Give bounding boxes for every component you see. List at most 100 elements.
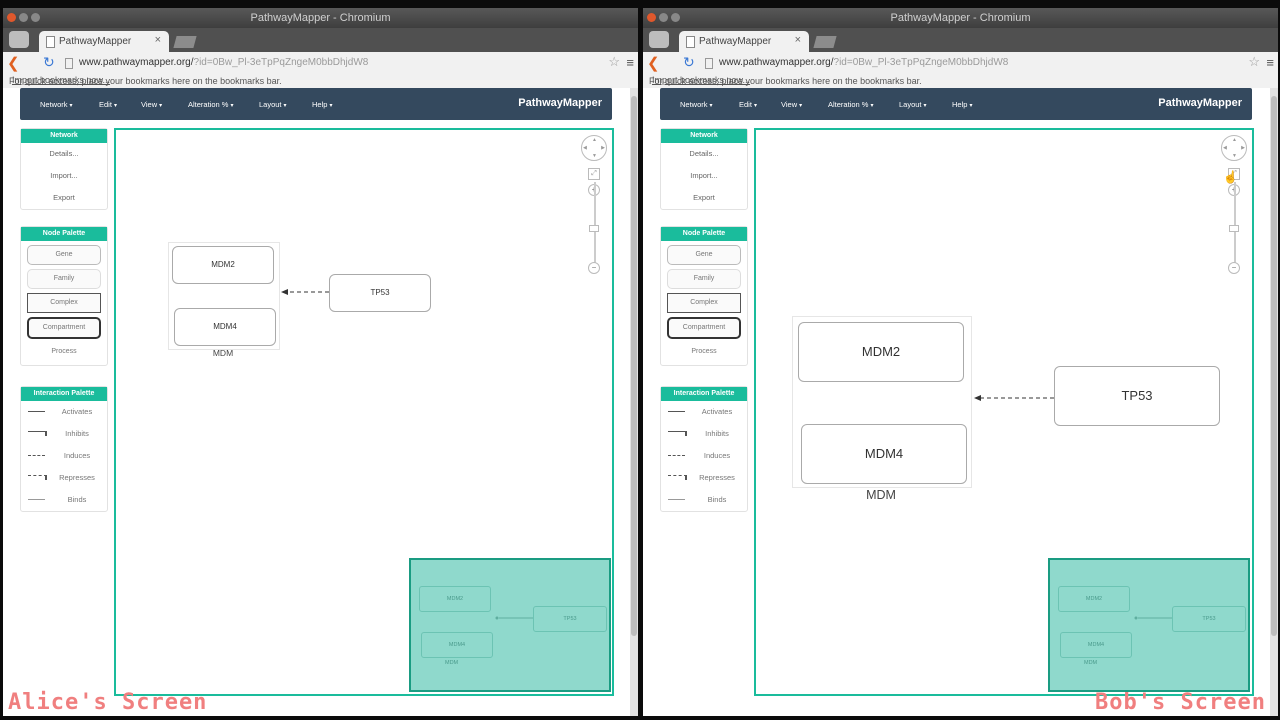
- reload-icon[interactable]: ↻: [683, 54, 695, 71]
- page-info-icon[interactable]: [65, 58, 73, 69]
- interaction-induces[interactable]: Induces: [21, 445, 107, 467]
- browser-tab[interactable]: PathwayMapper ×: [679, 31, 809, 52]
- interaction-inhibits[interactable]: Inhibits: [661, 423, 747, 445]
- navigator-minimap[interactable]: MDM2 MDM4 TP53 MDM: [409, 558, 611, 692]
- represses-dashed-bar-icon: [28, 475, 47, 480]
- minimap-edge: [495, 616, 533, 620]
- menu-alteration-label: Alteration %: [188, 100, 229, 109]
- represses-dashed-bar-icon: [668, 475, 687, 480]
- import-button[interactable]: Import...: [21, 165, 107, 187]
- inhibits-label: Inhibits: [65, 429, 89, 438]
- tab-title: PathwayMapper: [699, 36, 772, 47]
- induces-dashed-arrow-icon: [668, 455, 685, 456]
- page-viewport: Network ▾ Edit ▾ View ▾ Alteration % ▾ Layou…: [3, 88, 638, 716]
- chevron-down-icon: ▾: [923, 103, 927, 109]
- menu-edit[interactable]: Edit ▾: [99, 100, 117, 109]
- binds-label: Binds: [707, 495, 727, 504]
- menu-edit-label: Edit: [739, 100, 752, 109]
- palette-compartment[interactable]: Compartment: [27, 317, 101, 339]
- palette-family[interactable]: Family: [667, 269, 741, 289]
- bookmark-star-icon[interactable]: ☆: [1248, 54, 1260, 70]
- details-button[interactable]: Details...: [661, 143, 747, 165]
- page-icon: [686, 36, 695, 48]
- menu-help[interactable]: Help ▾: [312, 100, 332, 109]
- interaction-induces[interactable]: Induces: [661, 445, 747, 467]
- scrollbar-thumb[interactable]: [631, 96, 637, 636]
- binds-line-icon: [28, 499, 45, 500]
- new-tab-button[interactable]: [813, 36, 837, 48]
- activates-label: Activates: [61, 407, 93, 416]
- menu-view[interactable]: View ▾: [141, 100, 162, 109]
- menu-view[interactable]: View ▾: [781, 100, 802, 109]
- interaction-represses[interactable]: Represses: [661, 467, 747, 489]
- window-title: PathwayMapper - Chromium: [890, 12, 1031, 24]
- bookmarks-bar: For quick access, place your bookmarks h…: [643, 74, 1278, 88]
- menu-network[interactable]: Network ▾: [40, 100, 73, 109]
- scrollbar-thumb[interactable]: [1271, 96, 1277, 636]
- address-bar[interactable]: www.pathwaymapper.org/?id=0Bw_Pl-3eTpPqZ…: [719, 57, 1008, 68]
- app-brand: PathwayMapper: [518, 97, 602, 109]
- palette-complex[interactable]: Complex: [667, 293, 741, 313]
- menu-network-label: Network: [680, 100, 708, 109]
- app-navbar: Network ▾ Edit ▾ View ▾ Alteration % ▾ Layou…: [660, 88, 1252, 120]
- palette-gene[interactable]: Gene: [667, 245, 741, 265]
- graph-canvas[interactable]: ▲ ▼ ◀ ▶ ⤢ + − MDM2 MDM4 TP53 MDM MDM2 MD…: [754, 128, 1254, 696]
- url-path: ?id=0Bw_Pl-3eTpPqZngeM0bbDhjdW8: [193, 57, 369, 68]
- new-tab-button[interactable]: [173, 36, 197, 48]
- menu-network[interactable]: Network ▾: [680, 100, 713, 109]
- browser-menu-icon[interactable]: ≡: [1266, 55, 1274, 70]
- interaction-represses[interactable]: Represses: [21, 467, 107, 489]
- interaction-binds[interactable]: Binds: [21, 489, 107, 511]
- mouse-cursor-icon: ☝: [1223, 170, 1238, 184]
- palette-process[interactable]: Process: [27, 343, 101, 361]
- bookmark-star-icon[interactable]: ☆: [608, 54, 620, 70]
- import-button[interactable]: Import...: [661, 165, 747, 187]
- menu-layout[interactable]: Layout ▾: [259, 100, 287, 109]
- page-icon: [46, 36, 55, 48]
- interaction-activates[interactable]: Activates: [661, 401, 747, 423]
- browser-tab[interactable]: PathwayMapper ×: [39, 31, 169, 52]
- bookmarks-hint: For quick access, place your bookmarks h…: [9, 76, 282, 86]
- palette-gene[interactable]: Gene: [27, 245, 101, 265]
- inhibits-bar-icon: [28, 431, 47, 436]
- interaction-binds[interactable]: Binds: [661, 489, 747, 511]
- vertical-scrollbar[interactable]: [630, 88, 638, 716]
- menu-alteration[interactable]: Alteration % ▾: [188, 100, 233, 109]
- network-panel-title: Network: [21, 129, 107, 143]
- chevron-down-icon: ▾: [113, 103, 117, 109]
- palette-process[interactable]: Process: [667, 343, 741, 361]
- graph-canvas[interactable]: ▲ ▼ ◀ ▶ ⤢ + − MDM2 MDM4 TP53 MDM MDM2 MD…: [114, 128, 614, 696]
- menu-alteration[interactable]: Alteration % ▾: [828, 100, 873, 109]
- palette-family[interactable]: Family: [27, 269, 101, 289]
- address-bar[interactable]: www.pathwaymapper.org/?id=0Bw_Pl-3eTpPqZ…: [79, 57, 368, 68]
- page-info-icon[interactable]: [705, 58, 713, 69]
- browser-menu-icon[interactable]: ≡: [626, 55, 634, 70]
- menu-layout[interactable]: Layout ▾: [899, 100, 927, 109]
- network-panel: Network Details... Import... Export: [660, 128, 748, 210]
- back-arrow-icon[interactable]: ❮: [7, 54, 20, 72]
- menu-edit[interactable]: Edit ▾: [739, 100, 757, 109]
- induces-dashed-arrow-icon: [28, 455, 45, 456]
- details-button[interactable]: Details...: [21, 143, 107, 165]
- chromium-logo-icon: [649, 31, 669, 48]
- export-button[interactable]: Export: [21, 187, 107, 209]
- tab-close-icon[interactable]: ×: [795, 34, 801, 46]
- page-viewport: Network ▾ Edit ▾ View ▾ Alteration % ▾ Layou…: [643, 88, 1278, 716]
- tab-close-icon[interactable]: ×: [155, 34, 161, 46]
- node-palette: Node Palette Gene Family Complex Compart…: [660, 226, 748, 366]
- reload-icon[interactable]: ↻: [43, 54, 55, 71]
- back-arrow-icon[interactable]: ❮: [647, 54, 660, 72]
- export-button[interactable]: Export: [661, 187, 747, 209]
- tab-title: PathwayMapper: [59, 36, 132, 47]
- palette-compartment[interactable]: Compartment: [667, 317, 741, 339]
- chevron-down-icon: ▾: [230, 103, 234, 109]
- vertical-scrollbar[interactable]: [1270, 88, 1278, 716]
- induces-label: Induces: [63, 451, 91, 460]
- chevron-down-icon: ▾: [159, 103, 163, 109]
- menu-help[interactable]: Help ▾: [952, 100, 972, 109]
- palette-complex[interactable]: Complex: [27, 293, 101, 313]
- url-host: www.pathwaymapper.org/: [79, 57, 194, 68]
- interaction-activates[interactable]: Activates: [21, 401, 107, 423]
- navigator-minimap[interactable]: MDM2 MDM4 TP53 MDM: [1048, 558, 1250, 692]
- interaction-inhibits[interactable]: Inhibits: [21, 423, 107, 445]
